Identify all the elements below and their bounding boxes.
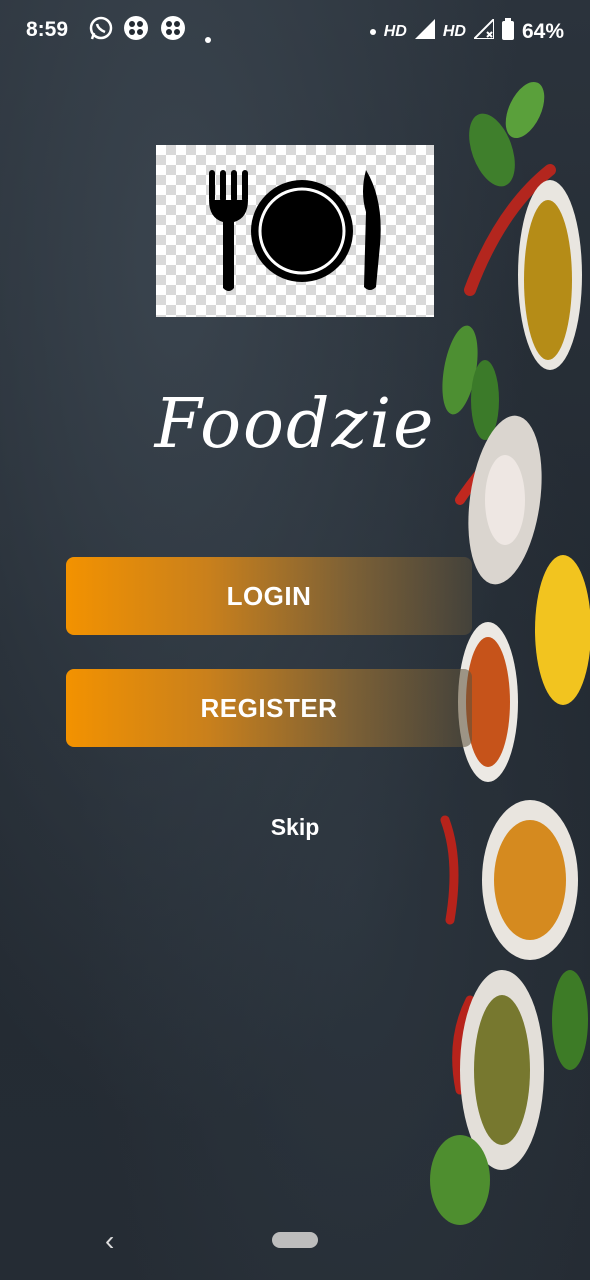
- login-button[interactable]: LOGIN: [66, 557, 472, 635]
- spices-decoration-image: [430, 81, 590, 1225]
- dot-icon: [369, 29, 376, 35]
- network-type-label: HD: [442, 23, 466, 40]
- dot-icon: [205, 25, 211, 49]
- whatsapp-icon: [88, 15, 114, 47]
- register-button-label: REGISTER: [200, 692, 338, 723]
- status-time: 8:59: [26, 18, 69, 41]
- app-title: Foodzie: [154, 385, 436, 464]
- network-type-label: HD: [383, 23, 407, 40]
- fork-plate-knife-icon: [209, 170, 381, 291]
- skip-link[interactable]: Skip: [0, 814, 590, 841]
- home-pill-icon[interactable]: [272, 1232, 318, 1248]
- app-notification-icon: [123, 15, 149, 47]
- app-logo: [156, 145, 434, 317]
- app-notification-icon: [160, 15, 186, 47]
- login-button-label: LOGIN: [226, 580, 312, 611]
- register-button[interactable]: REGISTER: [66, 669, 472, 747]
- chevron-left-icon[interactable]: ‹: [105, 1225, 114, 1257]
